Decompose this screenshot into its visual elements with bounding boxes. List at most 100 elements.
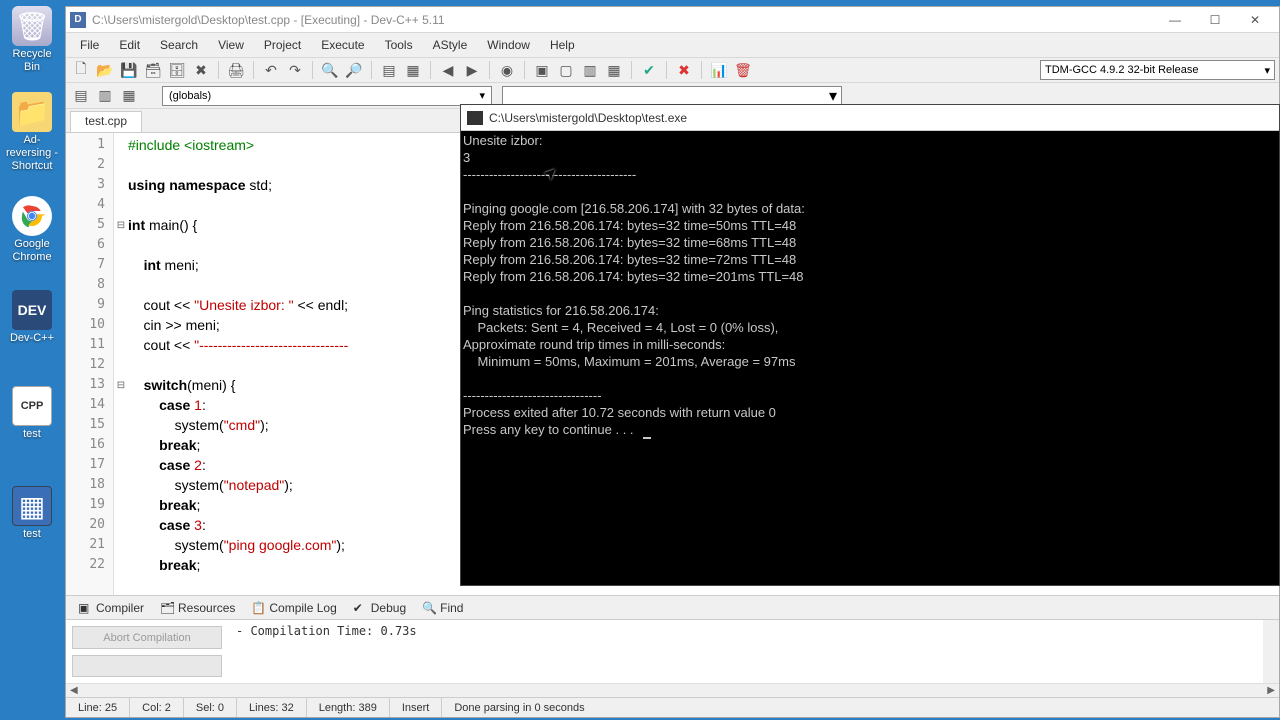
bookmark-icon[interactable]: ▦ bbox=[402, 59, 424, 81]
chevron-down-icon: ▾ bbox=[479, 89, 485, 102]
status-msg: Done parsing in 0 seconds bbox=[442, 698, 1279, 717]
desktop-icon-label: Dev-C++ bbox=[4, 332, 60, 345]
compiler-select[interactable]: TDM-GCC 4.9.2 32-bit Release ▾ bbox=[1040, 60, 1275, 80]
globals-label: (globals) bbox=[169, 90, 211, 102]
app-icon: D bbox=[70, 12, 86, 28]
status-lines: Lines: 32 bbox=[237, 698, 307, 717]
tab-compiler[interactable]: ▣Compiler bbox=[70, 599, 152, 617]
menu-file[interactable]: File bbox=[70, 36, 109, 54]
compiler-output-panel: Abort Compilation - Compilation Time: 0.… bbox=[66, 619, 1279, 683]
menu-window[interactable]: Window bbox=[477, 36, 540, 54]
redo-icon[interactable]: ↷ bbox=[284, 59, 306, 81]
recycle-bin-icon: 🗑 bbox=[12, 6, 52, 46]
undo-icon[interactable]: ↶ bbox=[260, 59, 282, 81]
replace-icon[interactable]: 🔎 bbox=[343, 59, 365, 81]
menu-execute[interactable]: Execute bbox=[311, 36, 374, 54]
print-icon[interactable]: 🖨 bbox=[225, 59, 247, 81]
status-col: Col: 2 bbox=[130, 698, 184, 717]
folder-icon: 📁 bbox=[12, 92, 52, 132]
bottom-tabs: ▣Compiler 🗂Resources 📋Compile Log ✔Debug… bbox=[66, 595, 1279, 619]
menu-project[interactable]: Project bbox=[254, 36, 311, 54]
menu-edit[interactable]: Edit bbox=[109, 36, 150, 54]
status-line: Line: 25 bbox=[66, 698, 130, 717]
tab-compilelog[interactable]: 📋Compile Log bbox=[243, 599, 344, 617]
compilerun-icon[interactable]: ▥ bbox=[579, 59, 601, 81]
cursor-icon bbox=[643, 437, 651, 439]
new-icon[interactable]: 🗋 bbox=[70, 59, 92, 81]
globals-select[interactable]: (globals) ▾ bbox=[162, 86, 492, 106]
tab-debug[interactable]: ✔Debug bbox=[345, 599, 414, 617]
desktop-icon-exe[interactable]: ▦ test bbox=[4, 486, 60, 541]
run-icon[interactable]: ▢ bbox=[555, 59, 577, 81]
chrome-icon bbox=[12, 196, 52, 236]
rebuild-icon[interactable]: ▦ bbox=[603, 59, 625, 81]
fold-column: ⊟⊟ bbox=[114, 133, 128, 595]
panel2-icon[interactable]: ▥ bbox=[94, 85, 116, 107]
goto-icon[interactable]: ▤ bbox=[378, 59, 400, 81]
shorten-button[interactable] bbox=[72, 655, 222, 677]
panel-icon[interactable]: ▤ bbox=[70, 85, 92, 107]
desktop-icon-chrome[interactable]: Google Chrome bbox=[4, 196, 60, 264]
saveall-icon[interactable]: 🗃 bbox=[142, 59, 164, 81]
debug-icon[interactable]: ◉ bbox=[496, 59, 518, 81]
line-gutter: 12345678910111213141516171819202122 bbox=[66, 133, 114, 595]
panel3-icon[interactable]: ▦ bbox=[118, 85, 140, 107]
exe-file-icon: ▦ bbox=[12, 486, 52, 526]
back-icon[interactable]: ◀ bbox=[437, 59, 459, 81]
scroll-right-icon[interactable]: ▶ bbox=[1267, 685, 1275, 696]
stop-icon[interactable]: ✖ bbox=[673, 59, 695, 81]
compiler-select-label: TDM-GCC 4.9.2 32-bit Release bbox=[1045, 64, 1198, 76]
status-length: Length: 389 bbox=[307, 698, 390, 717]
console-output[interactable]: Unesite izbor: 3 -----------------------… bbox=[461, 131, 1279, 585]
statusbar: Line: 25 Col: 2 Sel: 0 Lines: 32 Length:… bbox=[66, 697, 1279, 717]
tab-resources[interactable]: 🗂Resources bbox=[152, 599, 243, 617]
log-tab-icon: 📋 bbox=[251, 601, 265, 615]
close-file-icon[interactable]: ✖ bbox=[190, 59, 212, 81]
saveas-icon[interactable]: 🗄 bbox=[166, 59, 188, 81]
maximize-button[interactable]: ☐ bbox=[1195, 9, 1235, 31]
status-sel: Sel: 0 bbox=[184, 698, 237, 717]
menu-tools[interactable]: Tools bbox=[375, 36, 423, 54]
profile-icon[interactable]: 📊 bbox=[708, 59, 730, 81]
desktop-icon-recycle[interactable]: 🗑 Recycle Bin bbox=[4, 6, 60, 74]
scrollbar[interactable] bbox=[1263, 620, 1279, 683]
close-button[interactable]: ✕ bbox=[1235, 9, 1275, 31]
resources-tab-icon: 🗂 bbox=[160, 601, 174, 615]
menu-astyle[interactable]: AStyle bbox=[423, 36, 478, 54]
chevron-down-icon: ▾ bbox=[1264, 64, 1270, 77]
compile-message: - Compilation Time: 0.73s bbox=[228, 620, 1279, 683]
find-icon[interactable]: 🔍 bbox=[319, 59, 341, 81]
console-icon bbox=[467, 111, 483, 125]
function-select[interactable]: ▾ bbox=[502, 86, 842, 106]
find-tab-icon: 🔍 bbox=[422, 601, 436, 615]
desktop-icon-cpp[interactable]: CPP test bbox=[4, 386, 60, 441]
menubar: File Edit Search View Project Execute To… bbox=[66, 33, 1279, 57]
open-icon[interactable]: 📂 bbox=[94, 59, 116, 81]
fwd-icon[interactable]: ▶ bbox=[461, 59, 483, 81]
cpp-file-icon: CPP bbox=[12, 386, 52, 426]
save-icon[interactable]: 💾 bbox=[118, 59, 140, 81]
devcpp-icon: DEV bbox=[12, 290, 52, 330]
minimize-button[interactable]: — bbox=[1155, 9, 1195, 31]
window-title: C:\Users\mistergold\Desktop\test.cpp - [… bbox=[92, 13, 1155, 27]
desktop-icon-shortcut[interactable]: 📁 Ad-reversing - Shortcut bbox=[4, 92, 60, 174]
desktop-icon-label: Google Chrome bbox=[4, 238, 60, 264]
console-titlebar[interactable]: C:\Users\mistergold\Desktop\test.exe bbox=[461, 105, 1279, 131]
desktop-icon-label: Recycle Bin bbox=[4, 48, 60, 74]
scroll-left-icon[interactable]: ◀ bbox=[70, 685, 78, 696]
main-toolbar: 🗋 📂 💾 🗃 🗄 ✖ 🖨 ↶ ↷ 🔍 🔎 ▤ ▦ ◀ ▶ ◉ ▣ ▢ ▥ ▦ … bbox=[66, 57, 1279, 83]
menu-view[interactable]: View bbox=[208, 36, 254, 54]
trash-icon[interactable]: 🗑 bbox=[732, 59, 754, 81]
tab-findresults[interactable]: 🔍Find bbox=[414, 599, 471, 617]
menu-help[interactable]: Help bbox=[540, 36, 585, 54]
menu-search[interactable]: Search bbox=[150, 36, 208, 54]
titlebar[interactable]: D C:\Users\mistergold\Desktop\test.cpp -… bbox=[66, 7, 1279, 33]
check-icon[interactable]: ✔ bbox=[638, 59, 660, 81]
abort-button[interactable]: Abort Compilation bbox=[72, 626, 222, 649]
desktop-icon-label: test bbox=[4, 428, 60, 441]
tab-testcpp[interactable]: test.cpp bbox=[70, 111, 142, 132]
compile-icon[interactable]: ▣ bbox=[531, 59, 553, 81]
compiler-tab-icon: ▣ bbox=[78, 601, 92, 615]
desktop-icon-devcpp[interactable]: DEV Dev-C++ bbox=[4, 290, 60, 345]
chevron-down-icon: ▾ bbox=[829, 86, 837, 106]
